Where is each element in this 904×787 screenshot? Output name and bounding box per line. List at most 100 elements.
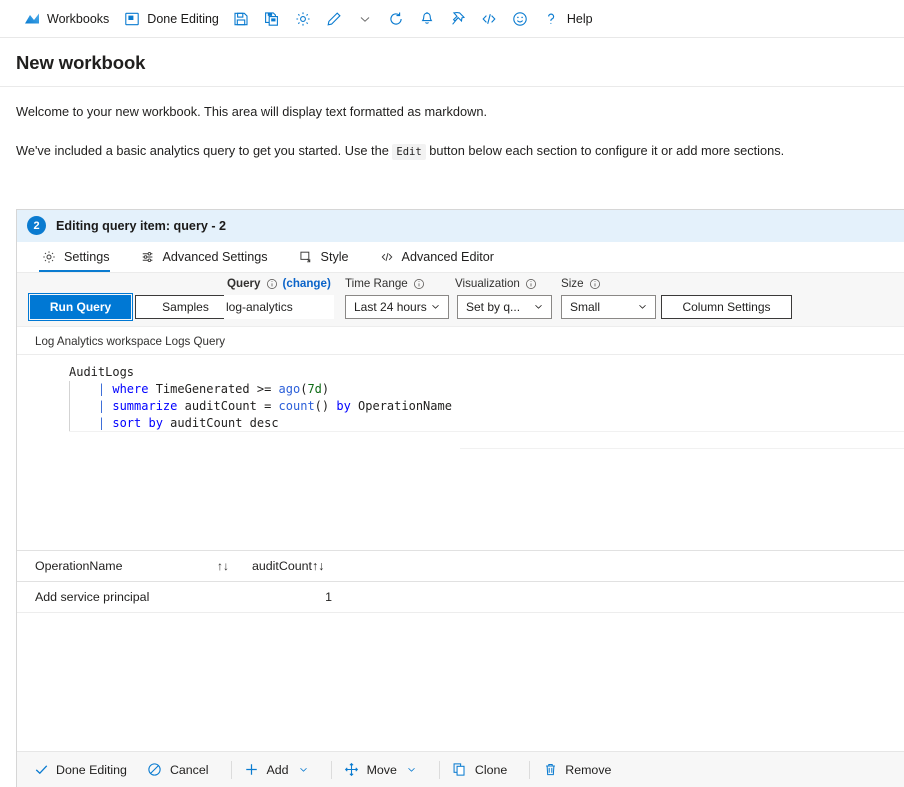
toolbar-item-settings[interactable] bbox=[288, 4, 319, 34]
column-header-auditcount[interactable]: auditCount bbox=[252, 559, 312, 573]
cancel-circle-icon bbox=[147, 762, 163, 778]
smiley-feedback-icon bbox=[512, 10, 529, 27]
toolbar-item-done-editing[interactable]: Done Editing bbox=[116, 4, 226, 34]
time-range-value: Last 24 hours bbox=[354, 300, 427, 314]
info-icon[interactable] bbox=[266, 278, 278, 290]
toolbar-item-refresh[interactable] bbox=[381, 4, 412, 34]
editor-ruler-line-2 bbox=[460, 448, 904, 449]
toolbar-label-done-editing: Done Editing bbox=[147, 11, 219, 26]
edit-code-chip: Edit bbox=[392, 144, 426, 161]
cell-auditcount: 1 bbox=[325, 590, 332, 604]
chevron-down-icon[interactable] bbox=[406, 764, 417, 775]
toolbar-item-edit-dropdown[interactable] bbox=[350, 4, 381, 34]
query-source-value[interactable]: log-analytics bbox=[224, 295, 334, 319]
size-select[interactable]: Small bbox=[561, 295, 656, 319]
bottom-add-label: Add bbox=[266, 762, 289, 777]
column-settings-button[interactable]: Column Settings bbox=[661, 295, 792, 319]
done-editing-icon bbox=[123, 10, 140, 27]
code-line: | where TimeGenerated >= ago(7d) bbox=[97, 382, 330, 396]
code-line: AuditLogs bbox=[69, 365, 135, 379]
code-line: | sort by auditCount desc bbox=[97, 416, 279, 430]
info-icon[interactable] bbox=[589, 278, 601, 290]
chevron-down-icon bbox=[357, 10, 374, 27]
info-icon[interactable] bbox=[413, 278, 425, 290]
column-header-operationname[interactable]: OperationName bbox=[35, 559, 217, 573]
run-query-button[interactable]: Run Query bbox=[28, 293, 133, 321]
bottom-clone-label: Clone bbox=[474, 762, 508, 777]
tab-advanced-settings[interactable]: Advanced Settings bbox=[138, 241, 278, 272]
tab-settings[interactable]: Settings bbox=[39, 241, 120, 272]
tab-label-advanced-settings: Advanced Settings bbox=[162, 249, 268, 264]
table-header-row: OperationName ↑↓ auditCount ↑↓ bbox=[17, 550, 904, 582]
visualization-select[interactable]: Set by q... bbox=[457, 295, 552, 319]
refresh-icon bbox=[388, 10, 405, 27]
toolbar-item-feedback[interactable] bbox=[505, 4, 536, 34]
copy-icon bbox=[452, 762, 468, 778]
bottom-cancel-button[interactable]: Cancel bbox=[147, 753, 220, 787]
panel-bottom-toolbar: Done Editing Cancel Add Move Clone Remov… bbox=[17, 751, 904, 787]
bottom-move-button[interactable]: Move bbox=[344, 753, 428, 787]
tab-advanced-editor[interactable]: Advanced Editor bbox=[377, 241, 504, 272]
query-editor[interactable]: AuditLogs | where TimeGenerated >= ago(7… bbox=[17, 354, 904, 550]
visualization-label-group: Visualization bbox=[455, 277, 537, 290]
table-row[interactable]: Add service principal 1 bbox=[17, 582, 904, 613]
divider bbox=[438, 760, 440, 779]
toolbar-label-help: Help bbox=[566, 11, 593, 26]
save-as-icon bbox=[264, 10, 281, 27]
sliders-icon bbox=[140, 249, 156, 265]
step-number-badge: 2 bbox=[27, 216, 46, 235]
toolbar-item-edit[interactable] bbox=[319, 4, 350, 34]
panel-spacer bbox=[17, 613, 904, 751]
toolbar-item-save-as[interactable] bbox=[257, 4, 288, 34]
divider bbox=[230, 760, 232, 779]
query-label-group: Query (change) bbox=[227, 277, 331, 290]
markdown-p2-after: button below each section to configure i… bbox=[429, 143, 785, 159]
toolbar-item-help[interactable]: Help bbox=[536, 4, 600, 34]
query-controls-row: Run Query Samples log-analytics Last 24 … bbox=[17, 293, 904, 321]
query-controls-bar: Query (change) Time Range Visualization bbox=[17, 273, 904, 327]
editing-panel-title: Editing query item: query - 2 bbox=[56, 218, 227, 233]
gear-icon bbox=[295, 10, 312, 27]
info-icon[interactable] bbox=[525, 278, 537, 290]
query-label: Query bbox=[227, 277, 261, 290]
markdown-paragraph-2: We've included a basic analytics query t… bbox=[16, 142, 888, 161]
toolbar-item-save[interactable] bbox=[226, 4, 257, 34]
tab-label-style: Style bbox=[320, 249, 349, 264]
page-title-section: New workbook bbox=[0, 38, 904, 87]
toolbar-item-workbooks[interactable]: Workbooks bbox=[16, 4, 116, 34]
bottom-cancel-label: Cancel bbox=[169, 762, 209, 777]
chevron-down-icon[interactable] bbox=[298, 764, 309, 775]
tab-style[interactable]: Style bbox=[296, 241, 359, 272]
sort-updown-icon[interactable]: ↑↓ bbox=[217, 559, 252, 573]
page-title: New workbook bbox=[16, 52, 146, 73]
time-range-select[interactable]: Last 24 hours bbox=[345, 295, 449, 319]
move-arrows-icon bbox=[344, 762, 360, 778]
bottom-done-editing-button[interactable]: Done Editing bbox=[33, 753, 138, 787]
toolbar-item-alert[interactable] bbox=[412, 4, 443, 34]
bottom-remove-button[interactable]: Remove bbox=[542, 753, 622, 787]
bottom-add-button[interactable]: Add bbox=[244, 753, 320, 787]
code-brackets-icon bbox=[379, 249, 395, 265]
code-line: | summarize auditCount = count() by Oper… bbox=[97, 399, 452, 413]
chevron-down-icon bbox=[430, 301, 442, 313]
toolbar-item-pin[interactable] bbox=[443, 4, 474, 34]
sort-updown-icon[interactable]: ↑↓ bbox=[312, 559, 324, 573]
markdown-paragraph-1: Welcome to your new workbook. This area … bbox=[16, 104, 488, 119]
editing-panel-header: 2 Editing query item: query - 2 bbox=[17, 210, 904, 242]
plus-icon bbox=[244, 762, 260, 778]
bottom-clone-button[interactable]: Clone bbox=[452, 753, 518, 787]
bottom-remove-label: Remove bbox=[565, 762, 612, 777]
toolbar-item-code[interactable] bbox=[474, 4, 505, 34]
save-icon bbox=[233, 10, 250, 27]
bottom-move-label: Move bbox=[366, 762, 397, 777]
visualization-label: Visualization bbox=[455, 277, 520, 290]
size-label: Size bbox=[561, 277, 584, 290]
query-change-link[interactable]: (change) bbox=[283, 277, 331, 290]
edit-pencil-icon bbox=[326, 10, 343, 27]
time-range-label-group: Time Range bbox=[345, 277, 425, 290]
toolbar-label-workbooks: Workbooks bbox=[47, 11, 110, 26]
checkmark-icon bbox=[33, 762, 49, 778]
workbook-page: Workbooks Done Editing Help New workbook… bbox=[0, 0, 904, 787]
samples-button[interactable]: Samples bbox=[135, 295, 236, 319]
chevron-down-icon bbox=[533, 301, 545, 313]
